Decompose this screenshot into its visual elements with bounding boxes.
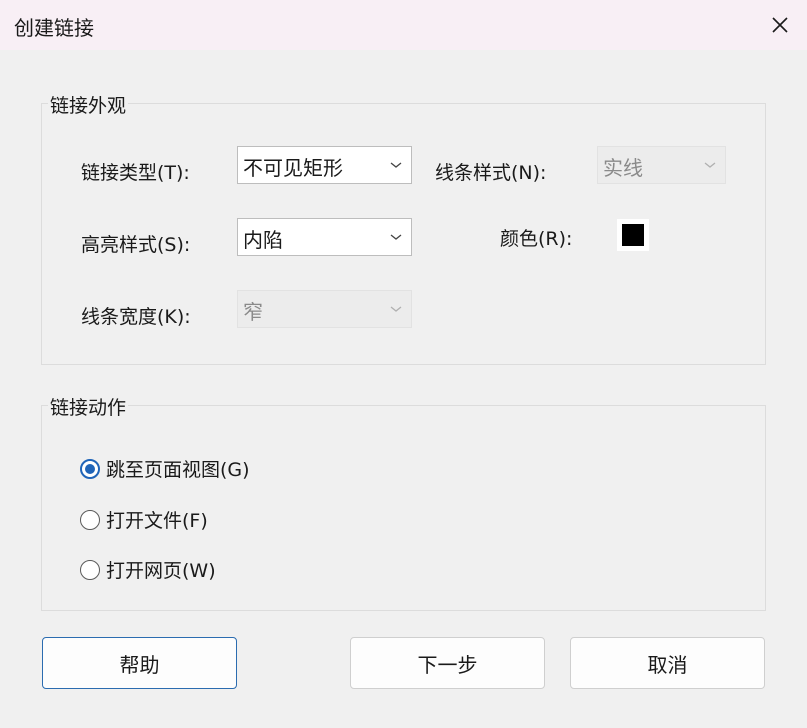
- line-style-label: 线条样式(N):: [435, 162, 547, 184]
- color-swatch-fill: [622, 224, 644, 246]
- help-button[interactable]: 帮助: [42, 637, 237, 689]
- highlight-style-label: 高亮样式(S):: [81, 234, 191, 256]
- highlight-style-value: 内陷: [243, 228, 283, 252]
- chevron-down-icon: [390, 306, 402, 312]
- appearance-group-label: 链接外观: [48, 91, 129, 118]
- radio-label: 跳至页面视图(G): [106, 459, 250, 481]
- highlight-style-select[interactable]: 内陷: [237, 218, 412, 256]
- window-title: 创建链接: [14, 16, 94, 40]
- line-style-value: 实线: [603, 156, 643, 180]
- close-icon: [772, 17, 788, 33]
- close-button[interactable]: [767, 12, 793, 38]
- line-width-value: 窄: [243, 300, 263, 324]
- link-type-value: 不可见矩形: [243, 156, 343, 180]
- radio-indicator: [80, 509, 100, 530]
- title-bar: 创建链接: [0, 0, 807, 50]
- radio-goto-page-view[interactable]: 跳至页面视图(G): [80, 455, 250, 482]
- radio-open-web-page[interactable]: 打开网页(W): [80, 556, 216, 583]
- line-width-select[interactable]: 窄: [237, 290, 412, 328]
- color-picker-button[interactable]: [617, 219, 649, 251]
- radio-label: 打开网页(W): [106, 560, 216, 582]
- link-type-label: 链接类型(T):: [81, 162, 190, 184]
- color-label: 颜色(R):: [500, 228, 573, 250]
- chevron-down-icon: [390, 234, 402, 240]
- line-width-label: 线条宽度(K):: [81, 306, 191, 328]
- next-button[interactable]: 下一步: [350, 637, 545, 689]
- action-group-label: 链接动作: [48, 393, 129, 420]
- line-style-select[interactable]: 实线: [597, 146, 726, 184]
- chevron-down-icon: [390, 162, 402, 168]
- chevron-down-icon: [704, 162, 716, 168]
- radio-indicator: [80, 559, 100, 580]
- cancel-button[interactable]: 取消: [570, 637, 765, 689]
- radio-label: 打开文件(F): [106, 510, 208, 532]
- radio-indicator: [80, 458, 100, 479]
- link-type-select[interactable]: 不可见矩形: [237, 146, 412, 184]
- radio-open-file[interactable]: 打开文件(F): [80, 506, 208, 533]
